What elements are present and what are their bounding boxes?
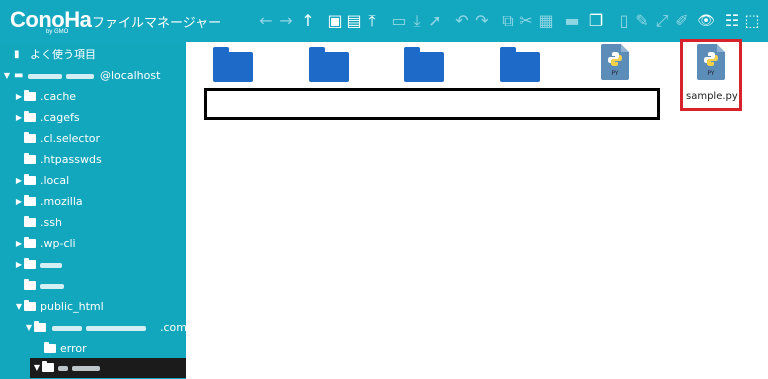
sidebar-item-label: error xyxy=(60,342,87,355)
folder-icon xyxy=(24,258,36,269)
caret-right-icon[interactable]: ▶ xyxy=(14,234,24,254)
computer-icon: ▬ xyxy=(14,70,24,81)
sidebar-item-label: .wp-cli xyxy=(40,237,76,250)
redacted-text xyxy=(52,318,146,338)
select-cursor-icon[interactable]: ➚ xyxy=(425,10,445,32)
app-header: ConoHa by GMO ファイルマネージャー ← → ↑ ▣ ▤ ⤒ ▭ ⤓… xyxy=(0,0,768,42)
folder-item[interactable] xyxy=(404,47,444,82)
new-file-icon[interactable]: ▤ xyxy=(344,10,364,32)
sidebar-item-label: .local xyxy=(40,174,70,187)
logo-subtext: by GMO xyxy=(46,29,69,35)
sidebar-item-selected[interactable]: ▼ xyxy=(30,358,186,378)
folder-icon xyxy=(24,279,36,290)
redo-icon[interactable]: ↷ xyxy=(472,10,492,32)
folder-icon xyxy=(24,132,36,143)
pencil-icon[interactable]: ✐ xyxy=(672,10,692,32)
sidebar-item-cache[interactable]: ▶ .cache xyxy=(0,87,186,107)
redaction-box xyxy=(204,88,660,120)
edit-icon[interactable]: ✎ xyxy=(632,10,652,32)
sidebar-item-local[interactable]: ▶ .local xyxy=(0,171,186,191)
resize-icon[interactable]: ⤢ xyxy=(652,10,672,32)
undo-icon[interactable]: ↶ xyxy=(452,10,472,32)
sidebar-item-label: .htpasswds xyxy=(40,153,102,166)
forward-arrow-icon[interactable]: → xyxy=(276,10,296,32)
folder-item[interactable] xyxy=(213,47,253,82)
folder-icon xyxy=(24,111,36,122)
sidebar-item-redacted[interactable] xyxy=(0,276,186,296)
sidebar-item-htpasswds[interactable]: .htpasswds xyxy=(0,150,186,170)
caret-down-icon[interactable]: ▼ xyxy=(2,66,12,86)
caret-right-icon[interactable]: ▶ xyxy=(14,192,24,212)
caret-down-icon[interactable]: ▼ xyxy=(32,358,42,378)
redacted-text xyxy=(58,358,100,378)
sidebar-item-localhost[interactable]: ▼ ▬ @localhost xyxy=(0,66,186,86)
caret-right-icon[interactable]: ▶ xyxy=(14,171,24,191)
sidebar-item-error[interactable]: error xyxy=(0,339,186,359)
sidebar-item-label: .cache xyxy=(40,90,77,103)
open-folder-icon xyxy=(42,361,54,372)
sidebar-item-cl-selector[interactable]: .cl.selector xyxy=(0,129,186,149)
redacted-text xyxy=(40,255,62,275)
sidebar-item-label: @localhost xyxy=(100,69,161,82)
sidebar-item-cagefs[interactable]: ▶ .cagefs xyxy=(0,108,186,128)
caret-right-icon[interactable]: ▶ xyxy=(14,255,24,275)
file-ext-label: PY xyxy=(611,70,619,77)
folder-icon xyxy=(24,174,36,185)
sidebar-item-redacted[interactable]: ▶ xyxy=(0,255,186,275)
sidebar-item-mozilla[interactable]: ▶ .mozilla xyxy=(0,192,186,212)
folder-icon xyxy=(34,321,46,332)
folder-icon xyxy=(24,237,36,248)
caret-right-icon[interactable]: ▶ xyxy=(14,87,24,107)
python-logo-icon xyxy=(608,52,622,66)
copy-icon[interactable]: ⧉ xyxy=(498,10,518,32)
sidebar-item-label: .mozilla xyxy=(40,195,83,208)
sidebar-item-label: .cagefs xyxy=(40,111,80,124)
folder-icon xyxy=(24,216,36,227)
caret-right-icon[interactable]: ▶ xyxy=(14,108,24,128)
redacted-text xyxy=(40,276,64,296)
sidebar-item-label: .com xyxy=(160,321,186,334)
folder-icon xyxy=(24,195,36,206)
caret-down-icon[interactable]: ▼ xyxy=(14,297,24,317)
new-folder-icon[interactable]: ▣ xyxy=(325,10,345,32)
paste-icon[interactable]: ▦ xyxy=(536,10,556,32)
folder-icon xyxy=(24,300,36,311)
sidebar-item-favorites[interactable]: ▮ よく使う項目 xyxy=(0,45,186,65)
python-file-item[interactable]: PY xyxy=(601,44,629,80)
folder-icon xyxy=(24,153,36,164)
back-arrow-icon[interactable]: ← xyxy=(256,10,276,32)
folder-item[interactable] xyxy=(309,47,349,82)
download-icon[interactable]: ⤓ xyxy=(407,10,427,32)
sidebar-item-public-html[interactable]: ▼ public_html xyxy=(0,297,186,317)
open-folder-icon[interactable]: ▭ xyxy=(389,10,409,32)
duplicate-icon[interactable]: ❐ xyxy=(586,10,606,32)
sidebar-item-wp-cli[interactable]: ▶ .wp-cli xyxy=(0,234,186,254)
preview-eye-icon[interactable]: 👁 xyxy=(696,10,716,32)
sidebar-item-domain[interactable]: ▼ .com xyxy=(0,318,186,338)
cut-icon[interactable]: ✂ xyxy=(516,10,536,32)
redacted-text xyxy=(28,66,94,86)
up-arrow-icon[interactable]: ↑ xyxy=(298,10,318,32)
folder-icon xyxy=(44,342,56,353)
bookmark-icon: ▮ xyxy=(14,49,20,60)
delete-icon[interactable]: ▬ xyxy=(562,10,582,32)
folder-item[interactable] xyxy=(500,47,540,82)
folder-icon xyxy=(24,90,36,101)
sidebar-item-label: .cl.selector xyxy=(40,132,101,145)
sidebar-tree: ▮ よく使う項目 ▼ ▬ @localhost ▶ .cache ▶ .cage… xyxy=(0,42,186,379)
sidebar-item-label: .ssh xyxy=(40,216,62,229)
sidebar-item-label: よく使う項目 xyxy=(30,48,96,61)
upload-icon[interactable]: ⤒ xyxy=(362,10,382,32)
view-list-icon[interactable]: ☷ xyxy=(722,10,742,32)
rename-icon[interactable]: ▯ xyxy=(614,10,634,32)
caret-down-icon[interactable]: ▼ xyxy=(24,318,34,338)
sidebar-item-label: public_html xyxy=(40,300,104,313)
sidebar-item-ssh[interactable]: .ssh xyxy=(0,213,186,233)
highlight-box xyxy=(680,39,742,111)
app-title: ファイルマネージャー xyxy=(92,16,222,31)
select-all-icon[interactable]: ⬚ xyxy=(742,10,762,32)
conoha-logo[interactable]: ConoHa by GMO xyxy=(10,7,92,35)
